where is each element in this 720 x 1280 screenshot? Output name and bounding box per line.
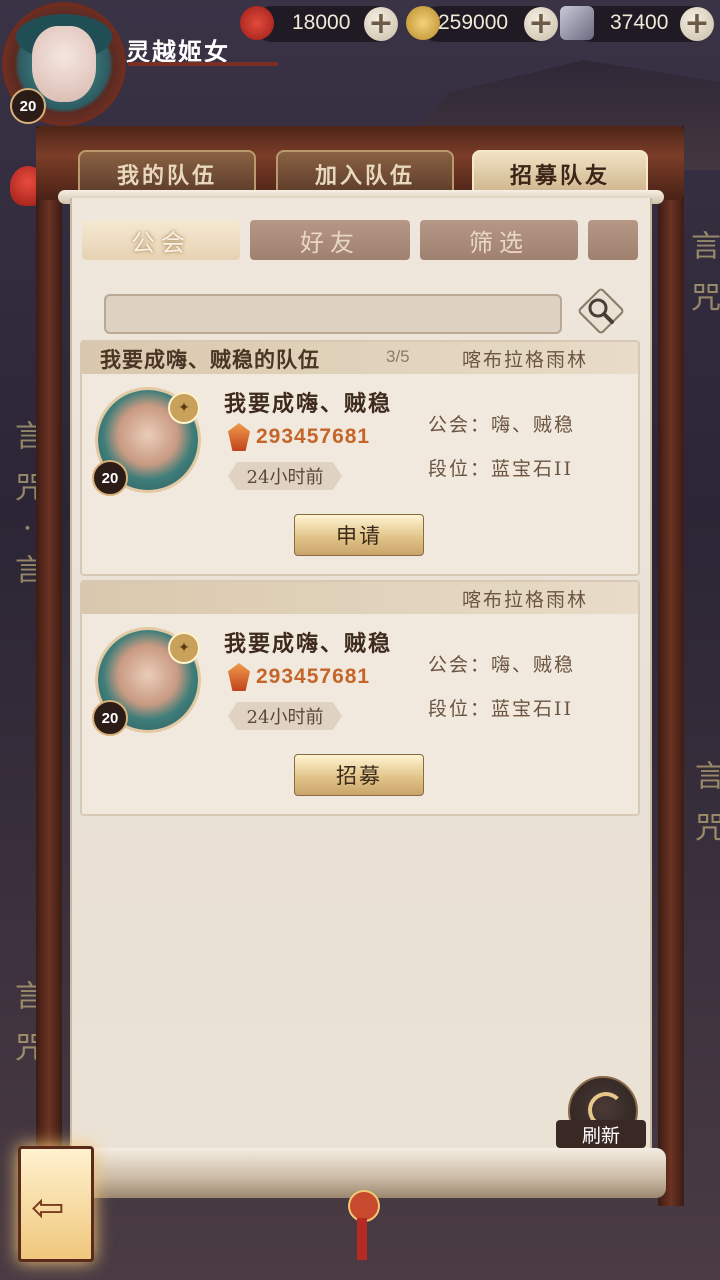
jade-value: 37400	[610, 11, 669, 34]
power-gem-icon	[228, 663, 250, 691]
last-active-time: 24小时前	[228, 702, 342, 730]
team-card: 我要成嗨、贼稳的队伍 3/5 喀布拉格雨林 ✦ 20 我要成嗨、贼稳 29345…	[80, 340, 640, 576]
add-coins-button[interactable]: +	[524, 7, 558, 41]
gold-coin-icon	[406, 6, 440, 40]
member-avatar[interactable]: ✦ 20	[92, 630, 200, 736]
member-rank: 段位：蓝宝石II	[428, 458, 574, 480]
member-level-badge: 20	[92, 700, 128, 736]
power-value: 293457681	[256, 425, 371, 448]
vip-badge-icon: ✦	[168, 392, 200, 424]
background-calligraphy: 言 咒	[685, 230, 720, 318]
search-input[interactable]	[104, 294, 562, 334]
member-name: 我要成嗨、贼稳	[224, 631, 393, 657]
refresh-label[interactable]: 刷新	[556, 1120, 646, 1148]
red-swirl-icon	[240, 6, 274, 40]
avatar-face	[32, 26, 96, 102]
member-guild: 公会：嗨、贼稳	[428, 654, 576, 676]
back-button[interactable]: ⇦	[18, 1146, 94, 1262]
member-name: 我要成嗨、贼稳	[224, 391, 393, 417]
last-active-time: 24小时前	[228, 462, 342, 490]
resource-jade: 37400 +	[560, 6, 714, 42]
back-arrow-icon: ⇦	[31, 1185, 65, 1231]
team-name: 我要成嗨、贼稳的队伍	[100, 347, 320, 372]
resource-coins: 259000 +	[406, 6, 558, 42]
resource-stamina: 18000 +	[240, 6, 398, 42]
team-location: 喀布拉格雨林	[462, 589, 589, 611]
frame-post-right	[658, 126, 684, 1206]
member-level-badge: 20	[92, 460, 128, 496]
subtab-filter[interactable]: 筛选	[420, 220, 578, 260]
subtab-friends[interactable]: 好友	[250, 220, 410, 260]
team-card: 喀布拉格雨林 ✦ 20 我要成嗨、贼稳 293457681 24小时前 公会：嗨…	[80, 580, 640, 816]
add-stamina-button[interactable]: +	[364, 7, 398, 41]
coins-value: 259000	[438, 11, 509, 34]
team-location: 喀布拉格雨林	[462, 349, 589, 371]
member-rank: 段位：蓝宝石II	[428, 698, 574, 720]
frame-post-left	[36, 126, 62, 1206]
subtab-guild[interactable]: 公会	[82, 220, 240, 260]
add-jade-button[interactable]: +	[680, 7, 714, 41]
team-member-count: 3/5	[386, 347, 410, 366]
member-avatar[interactable]: ✦ 20	[92, 390, 200, 496]
power-value: 293457681	[256, 665, 371, 688]
power-gem-icon	[228, 423, 250, 451]
player-avatar[interactable]: 20	[6, 6, 122, 124]
vip-badge-icon: ✦	[168, 632, 200, 664]
crystal-icon	[560, 6, 594, 40]
subtab-more[interactable]	[588, 220, 638, 260]
member-power: 293457681	[228, 422, 370, 452]
tassel-ornament	[357, 1218, 367, 1260]
name-underline	[128, 62, 278, 66]
stamina-value: 18000	[292, 11, 351, 34]
background-calligraphy: 言 咒	[689, 760, 720, 848]
apply-button[interactable]: 申请	[294, 514, 424, 556]
search-icon[interactable]	[576, 286, 626, 336]
member-power: 293457681	[228, 662, 370, 692]
recruit-button[interactable]: 招募	[294, 754, 424, 796]
member-guild: 公会：嗨、贼稳	[428, 414, 576, 436]
top-bar: 18000 + 259000 + 37400 + 20 灵越姬女	[0, 0, 720, 124]
player-level-badge: 20	[10, 88, 46, 124]
